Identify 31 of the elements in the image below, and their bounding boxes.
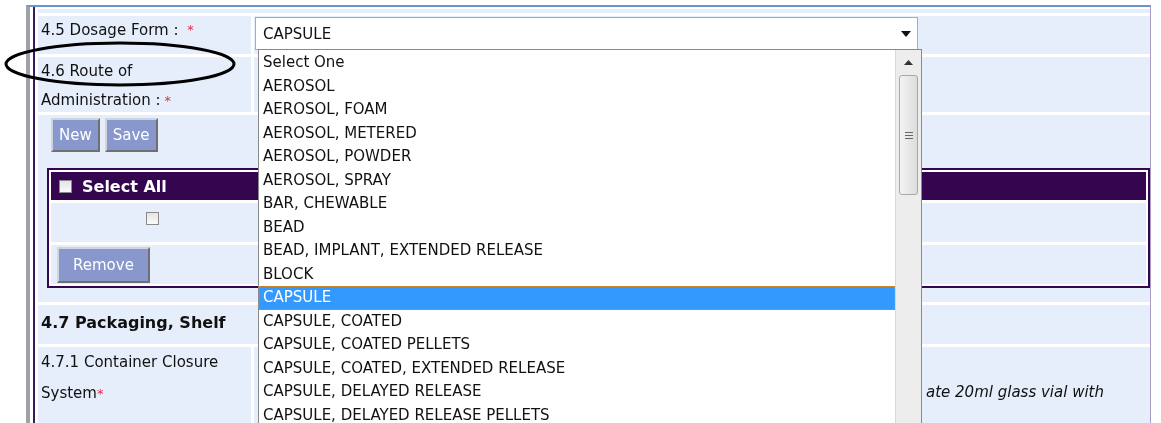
- dosage-form-select[interactable]: CAPSULE: [255, 17, 918, 50]
- dropdown-option[interactable]: AEROSOL: [259, 74, 895, 98]
- field-value: ate 20ml glass vial with: [926, 383, 1104, 401]
- scroll-thumb[interactable]: [899, 75, 918, 195]
- required-mark: *: [187, 22, 194, 37]
- scroll-up-icon[interactable]: [904, 60, 913, 65]
- dropdown-option[interactable]: AEROSOL, POWDER: [259, 145, 895, 169]
- dropdown-option[interactable]: CAPSULE, COATED, EXTENDED RELEASE: [259, 356, 895, 380]
- field-label: 4.7.1 Container Closure: [41, 353, 219, 371]
- select-all-label: Select All: [82, 176, 167, 196]
- grip-icon: [904, 131, 913, 139]
- checkbox[interactable]: [146, 212, 159, 225]
- scrollbar[interactable]: [895, 50, 921, 423]
- caret-icon: [901, 30, 911, 37]
- dropdown-option[interactable]: AEROSOL, FOAM: [259, 98, 895, 122]
- dropdown-option[interactable]: BEAD, IMPLANT, EXTENDED RELEASE: [259, 239, 895, 263]
- dropdown-option[interactable]: AEROSOL, METERED: [259, 121, 895, 145]
- field-label: 4.5 Dosage Form :: [41, 21, 179, 39]
- required-mark: *: [164, 93, 172, 108]
- dropdown-option[interactable]: CAPSULE, DELAYED RELEASE: [259, 380, 895, 404]
- field-label: Administration :: [41, 91, 161, 109]
- dropdown-option[interactable]: BLOCK: [259, 262, 895, 286]
- dropdown-option[interactable]: AEROSOL, SPRAY: [259, 168, 895, 192]
- checkbox[interactable]: [59, 179, 72, 193]
- dropdown-option[interactable]: Select One: [259, 51, 895, 75]
- dropdown-option[interactable]: BAR, CHEWABLE: [259, 192, 895, 216]
- field-label: System: [41, 384, 97, 402]
- required-mark: *: [96, 386, 104, 401]
- dropdown-option[interactable]: CAPSULE, COATED: [259, 309, 895, 333]
- dropdown-option[interactable]: CAPSULE, DELAYED RELEASE PELLETS: [259, 403, 895, 423]
- field-label: 4.6 Route of: [41, 62, 133, 80]
